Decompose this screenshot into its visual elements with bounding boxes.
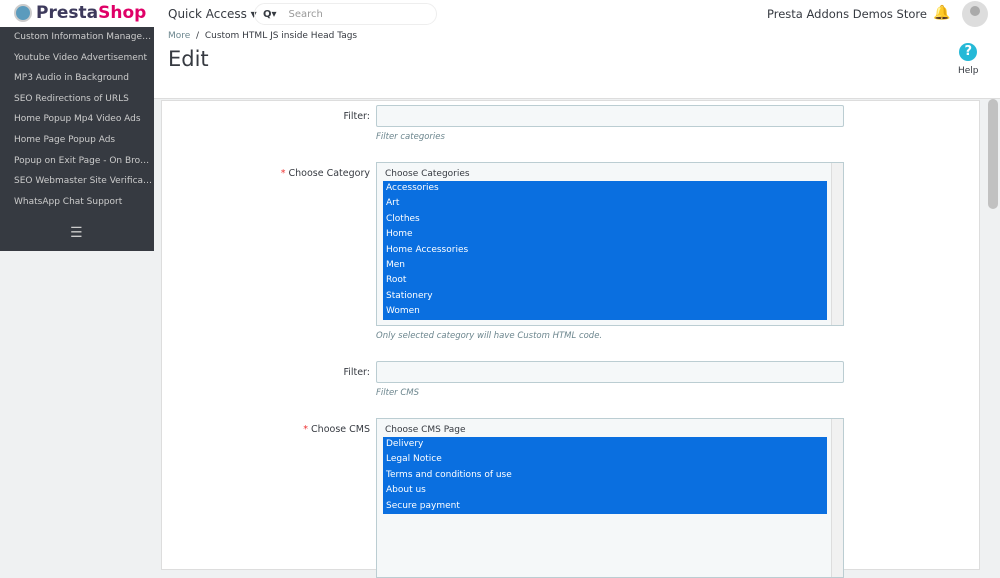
sidebar-item[interactable]: WhatsApp Chat Support <box>0 192 154 213</box>
notifications-bell-icon[interactable]: 🔔 <box>933 5 950 21</box>
user-avatar[interactable] <box>962 1 988 27</box>
prestashop-logo[interactable]: PrestaShop <box>14 3 146 23</box>
page-title: Edit <box>168 47 209 71</box>
category-multiselect[interactable]: Choose Categories Accessories Art Clothe… <box>376 162 844 326</box>
select-option[interactable]: Clothes <box>383 211 827 228</box>
choose-cms-text: Choose CMS <box>311 424 370 435</box>
select-option[interactable]: Secure payment <box>383 498 827 514</box>
sidebar-item[interactable]: MP3 Audio in Background <box>0 68 154 89</box>
choose-cms-label: * Choose CMS <box>162 424 370 435</box>
breadcrumb: More / Custom HTML JS inside Head Tags <box>168 31 357 41</box>
help-label: Help <box>958 66 979 76</box>
cms-filter-hint: Filter CMS <box>376 388 420 398</box>
question-icon: ? <box>959 43 978 61</box>
cms-filter-input[interactable] <box>376 361 844 383</box>
select-scrollbar[interactable] <box>831 419 843 577</box>
quick-access-dropdown[interactable]: Quick Access ▾ <box>168 7 257 21</box>
select-option[interactable]: Delivery <box>383 437 827 453</box>
sidebar-item[interactable]: Custom Information Management <box>0 27 154 48</box>
logo-text: Presta <box>36 3 99 23</box>
select-option[interactable]: Terms and conditions of use <box>383 467 827 484</box>
help-button[interactable]: ? Help <box>958 43 979 76</box>
category-filter-input[interactable] <box>376 105 844 127</box>
sidebar-item[interactable]: Home Page Popup Ads <box>0 130 154 151</box>
select-option[interactable]: Root <box>383 273 827 289</box>
search-input[interactable]: Search <box>289 9 323 20</box>
breadcrumb-separator: / <box>196 31 200 41</box>
search-box[interactable]: Q▾ Search <box>254 3 437 25</box>
breadcrumb-parent[interactable]: More <box>168 31 190 41</box>
sidebar-item[interactable]: Youtube Video Advertisement <box>0 48 154 69</box>
select-option[interactable]: Women <box>383 304 827 320</box>
cms-multiselect[interactable]: Choose CMS Page Delivery Legal Notice Te… <box>376 418 844 578</box>
sidebar-item[interactable]: SEO Redirections of URLS <box>0 89 154 110</box>
page-scrollbar[interactable] <box>988 99 998 209</box>
top-header: PrestaShop Quick Access ▾ Q▾ Search Pres… <box>0 0 1000 27</box>
select-option[interactable]: Men <box>383 257 827 274</box>
search-icon[interactable]: Q▾ <box>263 9 277 20</box>
sidebar-item[interactable]: SEO Webmaster Site Verification <box>0 171 154 192</box>
puffin-logo-icon <box>14 4 32 22</box>
logo-text-accent: Shop <box>98 3 147 23</box>
select-header: Choose Categories <box>385 169 470 179</box>
choose-category-label: * Choose Category <box>162 168 370 179</box>
sidebar-item[interactable]: Popup on Exit Page - On Browser Close <box>0 151 154 172</box>
select-option[interactable]: Art <box>383 196 827 212</box>
select-option[interactable]: Home Accessories <box>383 242 827 258</box>
select-option[interactable]: Home <box>383 227 827 243</box>
hamburger-menu-icon[interactable]: ☰ <box>70 225 83 241</box>
page-toolbar: More / Custom HTML JS inside Head Tags E… <box>154 27 1000 99</box>
select-option[interactable]: Accessories <box>383 181 827 197</box>
select-option[interactable]: About us <box>383 483 827 499</box>
choose-category-text: Choose Category <box>288 168 371 179</box>
cms-filter-label: Filter: <box>343 367 370 378</box>
category-filter-hint: Filter categories <box>376 132 445 142</box>
store-name-link[interactable]: Presta Addons Demos Store <box>767 7 927 21</box>
select-header: Choose CMS Page <box>385 425 466 435</box>
category-hint: Only selected category will have Custom … <box>376 331 603 341</box>
form-panel: Filter: Filter categories * Choose Categ… <box>161 100 980 578</box>
sidebar-item[interactable]: Home Popup Mp4 Video Ads <box>0 109 154 130</box>
select-option[interactable]: Stationery <box>383 288 827 305</box>
breadcrumb-current: Custom HTML JS inside Head Tags <box>204 31 358 41</box>
required-asterisk: * <box>303 424 312 435</box>
required-asterisk: * <box>280 168 289 179</box>
select-option[interactable]: Legal Notice <box>383 452 827 468</box>
select-scrollbar[interactable] <box>831 163 843 325</box>
category-filter-label: Filter: <box>343 111 370 122</box>
sidebar-submenu: Custom Information Management Youtube Vi… <box>0 27 154 251</box>
